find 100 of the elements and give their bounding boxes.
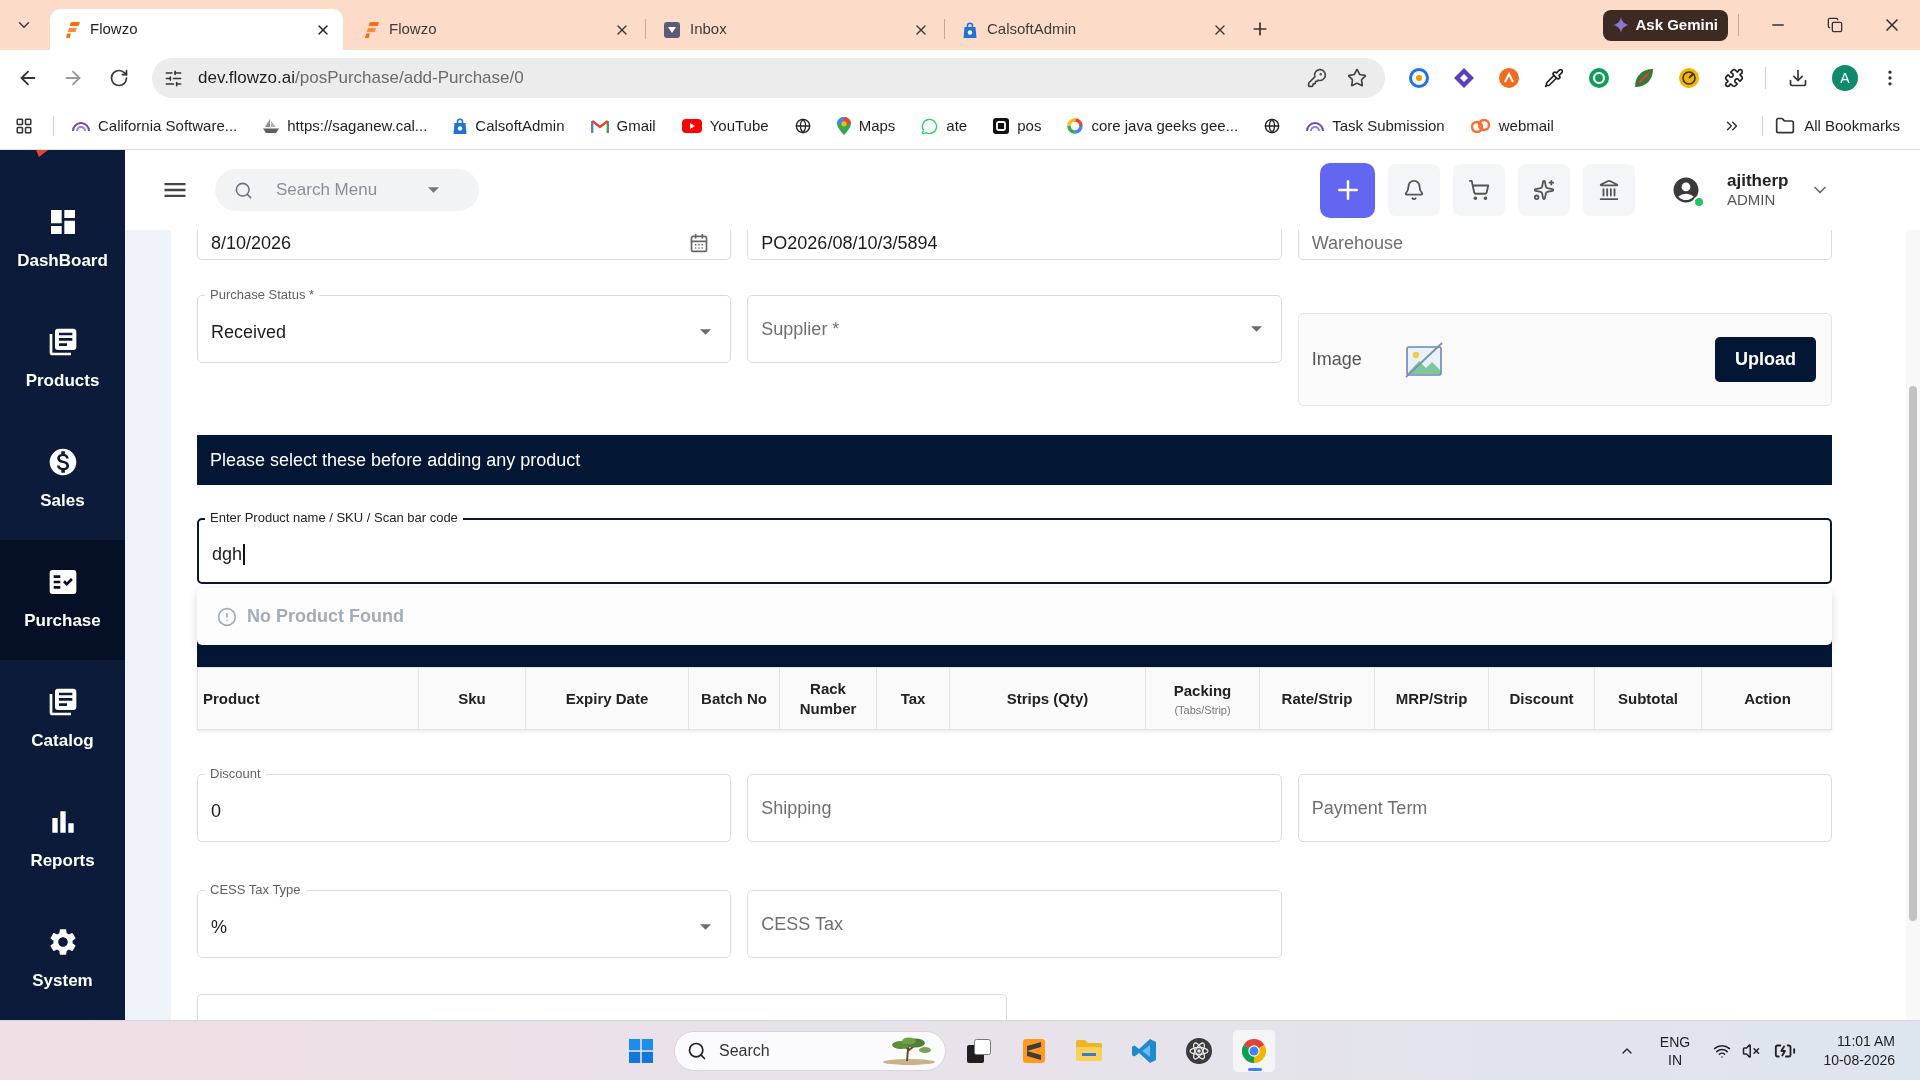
star-icon[interactable] [1347, 68, 1367, 88]
bank-icon [1598, 179, 1620, 201]
logo-icon [365, 21, 379, 38]
sidebar-item[interactable]: System [0, 900, 125, 1020]
key-icon[interactable] [1307, 68, 1327, 88]
tile-icon [993, 118, 1010, 134]
globe-icon[interactable] [794, 118, 811, 134]
notifications-button[interactable] [1388, 164, 1440, 216]
bookmark-link[interactable]: core java geeks gee... [1067, 114, 1239, 138]
bookmark-link[interactable]: California Software... [72, 114, 238, 138]
sparkles-button[interactable] [1518, 164, 1570, 216]
column-header: Strips (Qty) [1006, 688, 1089, 709]
text-field[interactable]: Warehouse [1297, 230, 1832, 260]
user-role: ADMIN [1727, 191, 1777, 209]
ring-icon[interactable] [1589, 68, 1609, 88]
dropdown-arrow-icon [700, 924, 712, 930]
chain-icon [1470, 119, 1491, 133]
ask-button[interactable]: Ask Gemini [1603, 9, 1728, 41]
sparkles-icon [1533, 179, 1555, 201]
tree-icon [881, 1036, 937, 1065]
sidebar-item[interactable]: Reports [0, 780, 125, 900]
scrollbar-thumb[interactable] [1909, 386, 1917, 921]
site-settings-icon[interactable] [164, 68, 183, 88]
bookmark-link[interactable]: Gmail [590, 114, 656, 138]
ribbon-icon [1132, 1038, 1156, 1063]
bookmark-link[interactable]: pos [993, 114, 1042, 138]
sidebar-item[interactable]: Products [0, 300, 125, 420]
bookmark-link[interactable]: ate [921, 114, 968, 138]
ring-icon[interactable] [1409, 68, 1429, 88]
profile-avatar[interactable]: A [1832, 65, 1858, 91]
stacked-squares-icon [967, 1038, 991, 1063]
sidebar-item[interactable]: Sales [0, 420, 125, 540]
language-text[interactable]: ENG [1659, 1032, 1691, 1051]
search-icon [687, 1040, 707, 1061]
reload-icon[interactable] [109, 68, 129, 88]
bag-icon [963, 21, 977, 38]
column-header: Discount [1509, 688, 1574, 709]
column-header: MRP/Strip [1395, 688, 1468, 709]
upload-button[interactable]: Upload [1715, 337, 1816, 382]
notice-text: Please select these before adding any product [210, 448, 581, 472]
region-text[interactable]: IN [1668, 1050, 1682, 1069]
text-field[interactable]: CESS Tax [747, 890, 1282, 958]
bookmark-link[interactable]: https://saganew.cal... [263, 114, 428, 138]
logo-icon [66, 21, 80, 38]
broken-image-icon [1403, 341, 1444, 378]
address-bar[interactable]: dev.flowzo.ai/posPurchase/add-Purchase/0 [152, 58, 1385, 98]
column-header: Rate/Strip [1281, 688, 1353, 709]
diamond-icon[interactable] [1454, 68, 1474, 88]
bookmark-link[interactable]: Task Submission [1306, 114, 1445, 138]
browser-tab[interactable]: CalsoftAdmin [947, 9, 1240, 50]
column-header: Action [1744, 688, 1791, 709]
bank-button[interactable] [1583, 164, 1635, 216]
gauge-icon[interactable] [1679, 68, 1699, 88]
date-field[interactable]: 8/10/2026 [197, 230, 732, 260]
browser-tab[interactable]: Inbox [648, 9, 941, 50]
bookmark-link[interactable]: Maps [836, 114, 896, 138]
sparkle-icon [1613, 17, 1630, 33]
column-header: Expiry Date [565, 688, 649, 709]
windows-logo-icon [629, 1038, 653, 1063]
browser-logo-icon [1242, 1038, 1266, 1063]
download-icon[interactable] [1788, 68, 1808, 88]
add-button[interactable] [1320, 162, 1375, 218]
text-field[interactable]: Shipping [747, 774, 1282, 842]
eyedropper-icon[interactable] [1544, 68, 1564, 88]
muted-speaker-icon[interactable] [1742, 1041, 1760, 1060]
browser-tab[interactable]: Flowzo [50, 9, 343, 50]
bookmark-link[interactable]: webmail [1470, 114, 1554, 138]
column-header: Rack Number [798, 678, 858, 719]
user-avatar-icon [1671, 175, 1701, 205]
cart-icon [1468, 179, 1490, 201]
extensions-icon[interactable] [1724, 68, 1744, 88]
ring-icon [1067, 118, 1084, 134]
cart-button[interactable] [1453, 164, 1505, 216]
column-header: Batch No [701, 688, 767, 709]
leaf-icon[interactable] [1634, 68, 1654, 88]
logo-icon [664, 21, 680, 38]
text-field[interactable]: Payment Term [1297, 774, 1832, 842]
time-text[interactable]: 11:01 AM [1836, 1031, 1895, 1051]
sidebar-item[interactable]: Catalog [0, 660, 125, 780]
globe-icon[interactable] [1264, 118, 1281, 134]
bell-icon [1403, 179, 1425, 201]
calendar-icon[interactable] [689, 233, 710, 253]
text-field[interactable]: PO2026/08/10/3/5894 [747, 230, 1282, 260]
sidebar-item[interactable]: Purchase [0, 540, 125, 660]
bookmark-link[interactable]: CalsoftAdmin [453, 114, 565, 138]
disc-icon[interactable] [1499, 68, 1519, 88]
dropdown-arrow-icon [1250, 326, 1262, 332]
search-field[interactable]: Search [674, 1030, 946, 1071]
alert-icon [217, 606, 237, 627]
date-text[interactable]: 10-08-2026 [1823, 1050, 1895, 1070]
browser-tab[interactable]: Flowzo [349, 9, 642, 50]
select-field[interactable]: Supplier * [747, 295, 1282, 363]
all-bookmarks-button[interactable]: All Bookmarks [1775, 114, 1900, 138]
sidebar-item[interactable]: DashBoard [0, 180, 125, 300]
column-header: Subtotal [1618, 688, 1678, 709]
apps-grid-icon[interactable] [15, 117, 33, 135]
dropdown-arrow-icon [428, 187, 439, 193]
bookmark-link[interactable]: YouTube [681, 114, 769, 138]
restore-icon[interactable] [1826, 17, 1843, 33]
chat-bubble-icon [921, 117, 939, 135]
